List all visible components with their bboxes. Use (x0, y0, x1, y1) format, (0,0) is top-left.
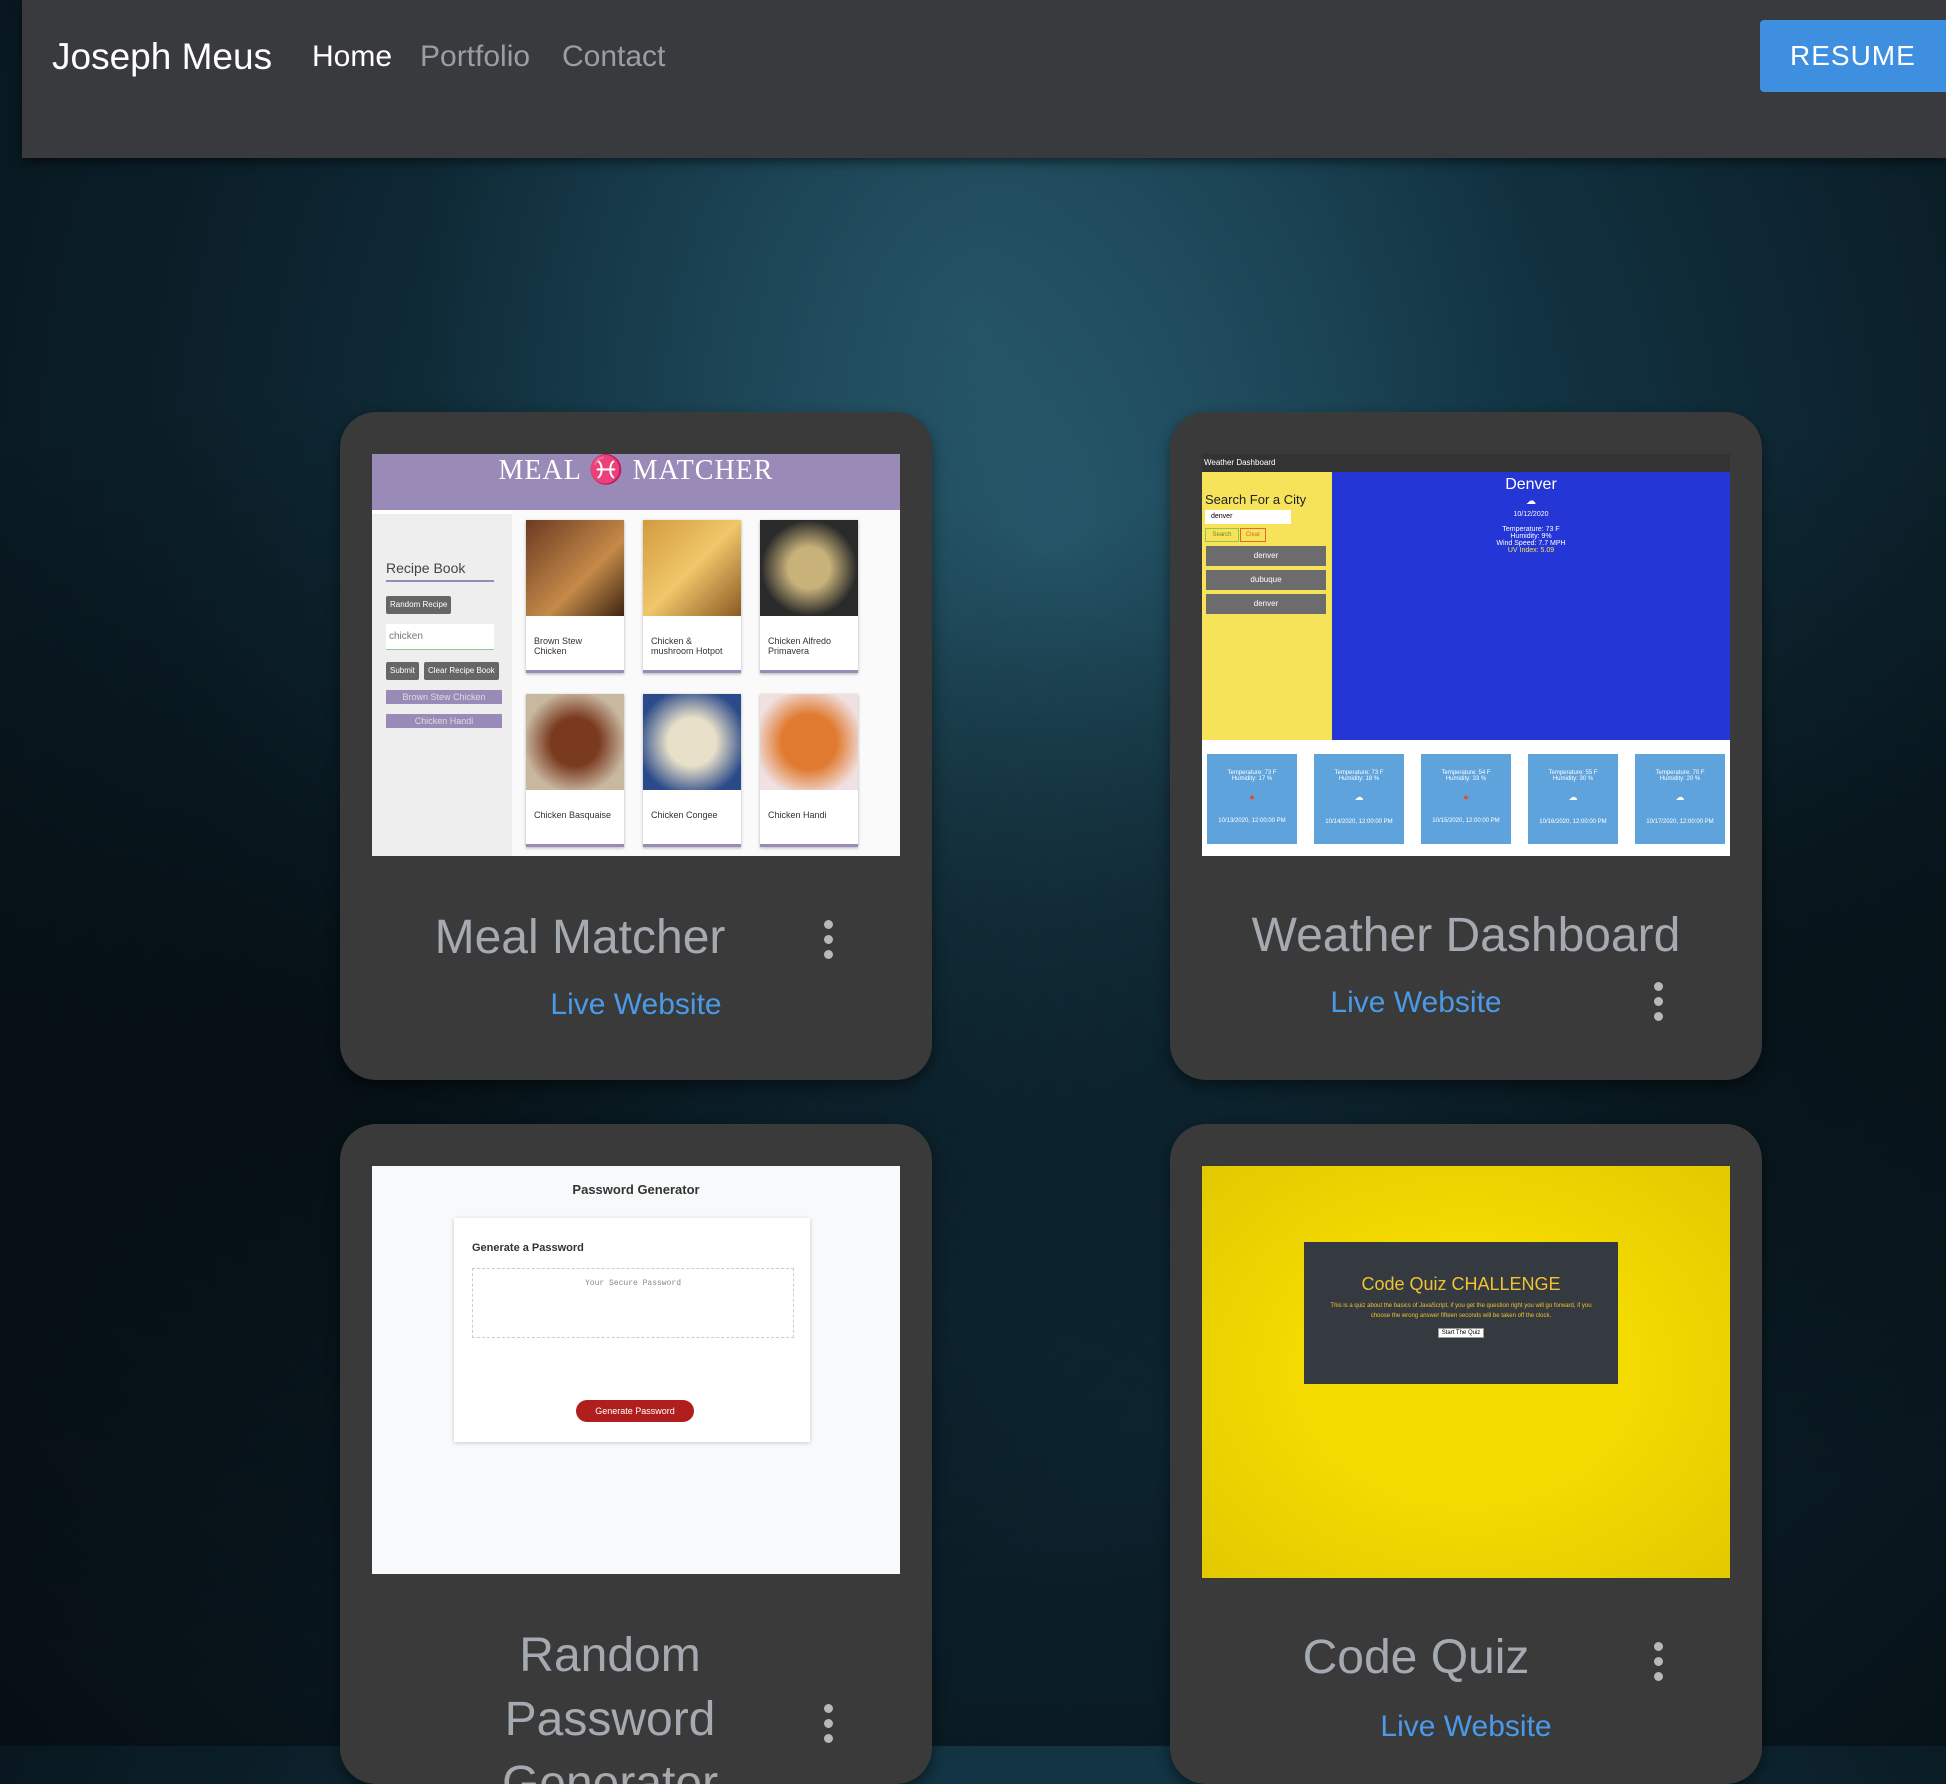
forecast-card: Temperature: 70 F Humidity: 20 % ☁ 10/17/20… (1635, 754, 1725, 844)
temperature: Temperature: 73 F (1502, 526, 1560, 533)
project-screenshot[interactable]: Weather Dashboard Search For a City denv… (1202, 454, 1730, 856)
box-title: Generate a Password (472, 1242, 584, 1254)
nav-link-home[interactable]: Home (312, 40, 392, 74)
live-website-link[interactable]: Live Website (1266, 986, 1566, 1020)
recipe-card: Chicken & mushroom Hotpot (643, 520, 741, 673)
live-website-link[interactable]: Live Website (486, 988, 786, 1022)
search-field: denver (1205, 510, 1291, 524)
forecast-card: Temperature: 55 F Humidity: 30 % ☁ 10/16/20… (1528, 754, 1618, 844)
saved-recipe: Brown Stew Chicken (386, 690, 502, 704)
recipe-image (760, 694, 858, 790)
quiz-intro-box: Code Quiz CHALLENGE This is a quiz about… (1304, 1242, 1618, 1384)
project-card-meal-matcher: MEAL ♓ MATCHER Recipe Book Random Recipe… (340, 412, 932, 1080)
quiz-heading: Code Quiz CHALLENGE (1361, 1274, 1561, 1294)
sidebar-title: Recipe Book (386, 560, 466, 576)
clear-button: Clear (1240, 528, 1266, 542)
more-vert-icon[interactable] (824, 1704, 834, 1749)
uv-index: UV Index: 5.09 (1507, 547, 1555, 554)
recipe-image (643, 694, 741, 790)
generator-box: Generate a Password Your Secure Password… (454, 1218, 810, 1442)
resume-button[interactable]: RESUME (1760, 20, 1946, 92)
wind-speed: Wind Speed: 7.7 MPH (1496, 540, 1566, 547)
project-card-code-quiz: Code Quiz CHALLENGE This is a quiz about… (1170, 1124, 1762, 1784)
screenshot-titlebar: Weather Dashboard (1202, 454, 1730, 472)
password-output: Your Secure Password (472, 1268, 794, 1338)
more-vert-icon[interactable] (1654, 982, 1664, 1027)
recipe-image (760, 520, 858, 616)
recipe-image (526, 520, 624, 616)
project-title: Meal Matcher (434, 911, 726, 964)
project-card-weather-dashboard: Weather Dashboard Search For a City denv… (1170, 412, 1762, 1080)
history-item: denver (1206, 546, 1326, 566)
search-field: chicken (386, 624, 494, 650)
start-quiz-button: Start The Quiz (1437, 1328, 1485, 1338)
recipe-card: Chicken Handi (760, 694, 858, 847)
recipe-image (643, 520, 741, 616)
more-vert-icon[interactable] (824, 920, 834, 965)
recipe-card: Chicken Congee (643, 694, 741, 847)
recipe-image (526, 694, 624, 790)
current-weather: Denver ☁ 10/12/2020 Temperature: 73 F Hu… (1332, 472, 1730, 740)
search-label: Search For a City (1205, 492, 1307, 507)
quiz-description: This is a quiz about the basics of JavaS… (1330, 1303, 1592, 1319)
navbar: Joseph Meus Home Portfolio Contact (22, 0, 1946, 158)
generate-password-button: Generate Password (576, 1400, 694, 1422)
forecast-card: Temperature: 73 F Humidity: 17 % ● 10/13/20… (1207, 754, 1297, 844)
screenshot-header: MEAL ♓ MATCHER (372, 454, 900, 510)
humidity: Humidity: 9% (1510, 533, 1552, 540)
submit-button: Submit (386, 662, 419, 680)
project-screenshot[interactable]: Code Quiz CHALLENGE This is a quiz about… (1202, 1166, 1730, 1578)
forecast-card: Temperature: 54 F Humidity: 33 % ● 10/15/20… (1421, 754, 1511, 844)
screenshot-sidebar: Recipe Book Random Recipe chicken Submit… (372, 514, 512, 856)
screenshot-sidebar: Search For a City denver Search Clear de… (1202, 472, 1332, 740)
nav-link-portfolio[interactable]: Portfolio (420, 40, 530, 74)
project-title: Random Password Generator (501, 1629, 719, 1784)
more-vert-icon[interactable] (1654, 1642, 1664, 1687)
city-name: Denver (1505, 476, 1557, 493)
current-date: 10/12/2020 (1513, 511, 1549, 518)
history-item: dubuque (1206, 570, 1326, 590)
forecast-card: Temperature: 73 F Humidity: 18 % ☁ 10/14/20… (1314, 754, 1404, 844)
project-title: Weather Dashboard (1251, 909, 1681, 962)
divider (386, 580, 494, 582)
recipe-grid: Brown Stew Chicken Chicken & mushroom Ho… (512, 510, 900, 856)
recipe-card: Chicken Alfredo Primavera (760, 520, 858, 673)
search-button: Search (1205, 528, 1239, 542)
live-website-link[interactable]: Live Website (1316, 1710, 1616, 1744)
clear-button: Clear Recipe Book (424, 662, 499, 680)
brand-name[interactable]: Joseph Meus (52, 36, 272, 78)
nav-link-contact[interactable]: Contact (562, 40, 665, 74)
cloud-icon: ☁ (1526, 496, 1536, 507)
project-title: Code Quiz (1302, 1631, 1530, 1684)
app-title: Password Generator (572, 1182, 700, 1197)
project-screenshot[interactable]: MEAL ♓ MATCHER Recipe Book Random Recipe… (372, 454, 900, 856)
recipe-card: Brown Stew Chicken (526, 520, 624, 673)
project-screenshot[interactable]: Password Generator Generate a Password Y… (372, 1166, 900, 1574)
history-item: denver (1206, 594, 1326, 614)
recipe-card: Chicken Basquaise (526, 694, 624, 847)
random-recipe-button: Random Recipe (386, 596, 452, 614)
saved-recipe: Chicken Handi (386, 714, 502, 728)
project-card-password-generator: Password Generator Generate a Password Y… (340, 1124, 932, 1784)
